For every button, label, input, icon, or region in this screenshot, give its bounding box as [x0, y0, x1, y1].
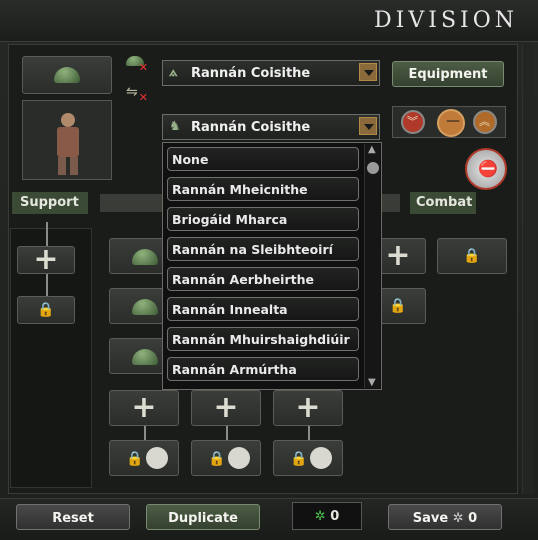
locked-regiment-slot: 🔒 [191, 440, 261, 476]
plus-icon: + [385, 238, 411, 273]
dropdown-option[interactable]: Briogáid Mharca [167, 207, 359, 231]
chevron-down-icon [359, 117, 377, 135]
dropdown-option[interactable]: Rannán Innealta [167, 297, 359, 321]
increase-priority-button[interactable]: ︽ [473, 110, 497, 134]
lock-icon: 🔒 [37, 302, 55, 318]
default-priority-button[interactable]: — [437, 109, 465, 137]
dropdown-option[interactable]: Rannán Mhuirshaighdiúir [167, 327, 359, 351]
decrease-priority-button[interactable]: ︾ [401, 110, 425, 134]
trash-icon: ⛔ [478, 159, 498, 178]
compass-icon: ⟑ [169, 64, 178, 80]
helmet-icon [132, 349, 158, 365]
add-support-slot[interactable]: + [17, 242, 75, 277]
helmet-icon [132, 249, 158, 265]
dropdown-option[interactable]: Rannán Aerbheirthe [167, 267, 359, 291]
priority-controls: ︾ — ︽ [392, 106, 506, 138]
plus-icon: + [33, 242, 59, 277]
dropdown-option[interactable]: Rannán na Sleibhteoirí [167, 237, 359, 261]
lock-icon: 🔒 [463, 248, 481, 264]
locked-regiment-slot: 🔒 [273, 440, 343, 476]
delete-template-button[interactable]: ⛔ [465, 148, 507, 190]
division-icon-slot[interactable] [22, 56, 112, 94]
add-combat-slot[interactable]: + [109, 390, 179, 426]
soldier-portrait [22, 100, 112, 180]
tab-combat[interactable]: Combat [410, 192, 476, 214]
plus-icon: + [213, 390, 239, 425]
unit-icon [228, 447, 250, 469]
add-combat-slot[interactable]: + [273, 390, 343, 426]
unit-icon [310, 447, 332, 469]
star-icon: ✲ [314, 509, 326, 524]
lock-icon: 🔒 [208, 451, 226, 467]
add-combat-slot[interactable]: + [191, 390, 261, 426]
tab-support[interactable]: Support [12, 192, 88, 214]
unit-icon [146, 447, 168, 469]
scroll-thumb[interactable] [367, 162, 379, 174]
lock-icon: 🔒 [290, 451, 308, 467]
rank-disabled-icon[interactable]: ⇋ ✕ [126, 84, 148, 104]
dropdown-option[interactable]: Rannán Armúrtha [167, 357, 359, 381]
list-scrollbar[interactable]: ▲ ▼ [364, 144, 380, 388]
locked-support-slot: 🔒 [17, 296, 75, 324]
lock-icon: 🔒 [126, 451, 144, 467]
equipment-button[interactable]: Equipment [392, 61, 504, 87]
division-type-list: None Rannán Mheicnithe Briogáid Mharca Rann… [162, 142, 382, 390]
scroll-down-icon[interactable]: ▼ [368, 377, 376, 388]
chevron-down-icon [359, 63, 377, 81]
scroll-up-icon[interactable]: ▲ [368, 144, 376, 155]
dropdown-option[interactable]: None [167, 147, 359, 171]
infantry-icon: ♞ [169, 119, 181, 134]
division-type-dropdown[interactable]: ♞ Rannán Coisithe [162, 114, 380, 140]
template-dropdown-value: Rannán Coisithe [191, 66, 311, 81]
plus-icon: + [131, 390, 157, 425]
division-dropdown-value: Rannán Coisithe [191, 120, 311, 135]
paratrooper-disabled-icon[interactable]: ✕ [126, 54, 148, 74]
plus-icon: + [295, 390, 321, 425]
save-button[interactable]: Save ✲ 0 [388, 504, 502, 530]
template-dropdown[interactable]: ⟑ Rannán Coisithe [162, 60, 380, 86]
locked-regiment-slot: 🔒 [109, 440, 179, 476]
dropdown-option[interactable]: Rannán Mheicnithe [167, 177, 359, 201]
helmet-icon [132, 299, 158, 315]
lock-icon: 🔒 [389, 298, 407, 314]
window-title: Division [374, 8, 518, 33]
panel-scrollbar[interactable] [522, 44, 534, 494]
reset-button[interactable]: Reset [16, 504, 130, 530]
cost-display: ✲ 0 [292, 502, 362, 530]
locked-combat-slot: 🔒 [437, 238, 507, 274]
star-icon: ✲ [452, 511, 464, 526]
duplicate-button[interactable]: Duplicate [146, 504, 260, 530]
helmet-icon [54, 67, 80, 83]
